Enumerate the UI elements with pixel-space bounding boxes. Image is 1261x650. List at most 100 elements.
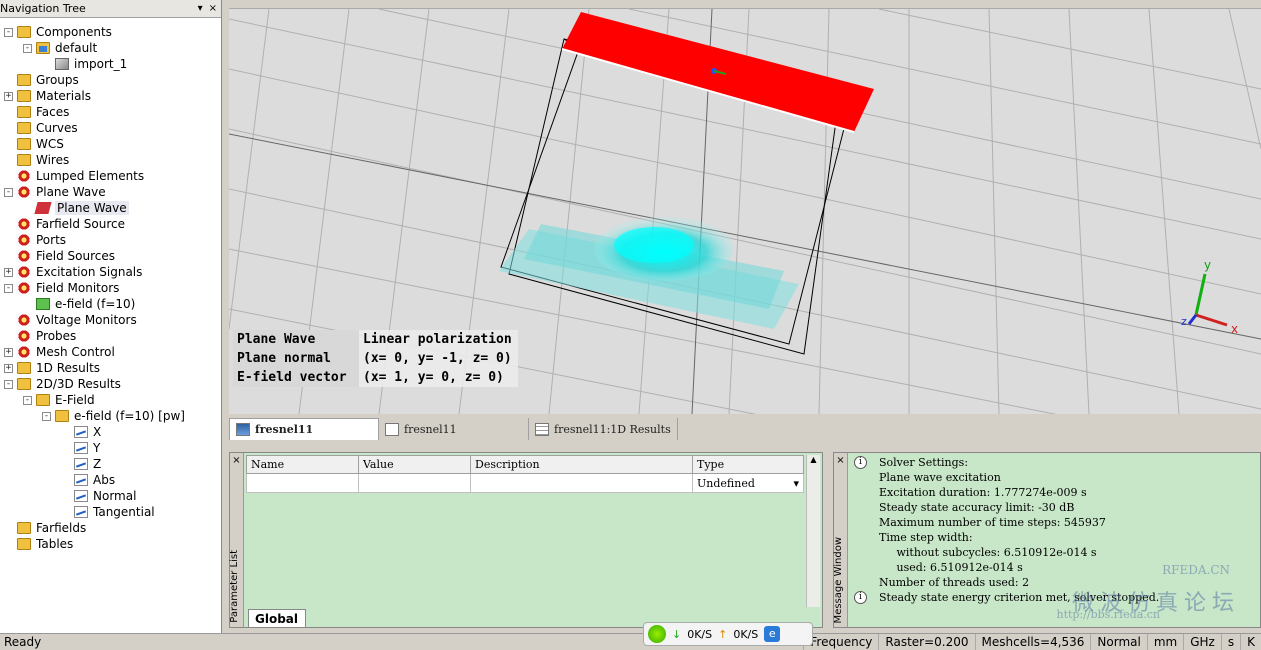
tree-item[interactable]: Probes xyxy=(0,328,221,344)
tree-item[interactable]: + Excitation Signals xyxy=(0,264,221,280)
tab-fresnel11-schematic[interactable]: fresnel11 xyxy=(379,418,529,440)
tree-item-label: Tables xyxy=(36,537,74,551)
upload-speed: 0K/S xyxy=(733,627,759,641)
tab-fresnel11-1d-results[interactable]: fresnel11:1D Results xyxy=(529,418,678,440)
dropdown-icon[interactable]: ▾ xyxy=(198,3,203,14)
chart-icon xyxy=(74,442,88,454)
tree-item[interactable]: +1D Results xyxy=(0,360,221,376)
tree-item[interactable]: Tangential xyxy=(0,504,221,520)
tree-item[interactable]: Plane Wave xyxy=(0,200,221,216)
tab-global[interactable]: Global xyxy=(248,609,306,627)
message-window-label: Message Window xyxy=(833,536,844,623)
tab-label: fresnel11:1D Results xyxy=(554,422,671,436)
column-header-description[interactable]: Description xyxy=(470,455,693,474)
tree-item[interactable]: Ports xyxy=(0,232,221,248)
message-window-panel: × Message Window i Solver Settings: Plane … xyxy=(833,452,1261,628)
wave-icon xyxy=(236,423,250,436)
tree-item[interactable]: - e-field (f=10) [pw] xyxy=(0,408,221,424)
type-value: Undefined xyxy=(697,476,755,490)
tree-item[interactable]: Voltage Monitors xyxy=(0,312,221,328)
collapse-icon[interactable]: - xyxy=(4,283,13,293)
value-cell[interactable] xyxy=(358,473,471,493)
message-line: Steady state accuracy limit: -30 dB xyxy=(879,501,1075,514)
tree-item[interactable]: Farfields xyxy=(0,520,221,536)
navigation-tree: - Components - default import_1 Groups + Materi… xyxy=(0,18,221,552)
tree-item[interactable]: Field Sources xyxy=(0,248,221,264)
tree-item[interactable]: WCS xyxy=(0,136,221,152)
tree-item[interactable]: Lumped Elements xyxy=(0,168,221,184)
tree-item-label: Abs xyxy=(93,473,116,487)
tree-item-label: Field Sources xyxy=(36,249,115,263)
collapse-icon[interactable]: - xyxy=(23,395,32,405)
chevron-down-icon[interactable]: ▾ xyxy=(793,477,799,490)
window-icon xyxy=(385,422,399,436)
collapse-icon[interactable]: - xyxy=(23,43,32,53)
expand-icon[interactable]: + xyxy=(4,267,13,277)
status-bar: Ready Frequency Raster=0.200 Meshcells=4,5… xyxy=(0,633,1261,650)
folder-icon xyxy=(36,394,50,406)
expand-icon[interactable]: + xyxy=(4,363,13,373)
vertical-scrollbar[interactable]: ▲ xyxy=(806,455,820,607)
tree-item-label: Normal xyxy=(93,489,137,503)
tree-item[interactable]: Normal xyxy=(0,488,221,504)
tree-item[interactable]: Z xyxy=(0,456,221,472)
collapse-icon[interactable]: - xyxy=(4,379,13,389)
message-window-sidebar: × Message Window xyxy=(833,453,848,627)
tree-item-label: Curves xyxy=(36,121,78,135)
tree-item[interactable]: - E-Field xyxy=(0,392,221,408)
message-line: Time step width: xyxy=(879,531,973,544)
expand-icon[interactable]: + xyxy=(4,347,13,357)
network-monitor[interactable]: ↓ 0K/S ↑ 0K/S e xyxy=(643,622,813,646)
tree-item[interactable]: - 2D/3D Results xyxy=(0,376,221,392)
column-header-type[interactable]: Type xyxy=(692,455,804,474)
close-icon[interactable]: × xyxy=(834,455,847,466)
message-list: i Solver Settings: Plane wave excitation Ex… xyxy=(850,455,1250,605)
view-topbar xyxy=(229,0,1261,9)
description-cell[interactable] xyxy=(470,473,693,493)
tree-item[interactable]: - default xyxy=(0,40,221,56)
tree-item-label: 2D/3D Results xyxy=(36,377,121,391)
tree-item-label: Probes xyxy=(36,329,77,343)
tree-item[interactable]: Curves xyxy=(0,120,221,136)
expand-icon[interactable]: + xyxy=(4,91,13,101)
gear-icon xyxy=(17,170,31,182)
parameter-table: Name Value Description Type Undefined ▾ xyxy=(246,455,804,493)
collapse-icon[interactable]: - xyxy=(4,27,13,37)
tree-item[interactable]: Groups xyxy=(0,72,221,88)
tree-item[interactable]: Farfield Source xyxy=(0,216,221,232)
collapse-icon[interactable]: - xyxy=(4,187,13,197)
tree-item[interactable]: e-field (f=10) xyxy=(0,296,221,312)
tree-item[interactable]: - Field Monitors xyxy=(0,280,221,296)
folder-icon xyxy=(17,90,31,102)
tree-item[interactable]: Y xyxy=(0,440,221,456)
column-header-value[interactable]: Value xyxy=(358,455,471,474)
tree-item[interactable]: Faces xyxy=(0,104,221,120)
tab-fresnel11-3d[interactable]: fresnel11 xyxy=(229,418,379,440)
collapse-icon[interactable]: - xyxy=(42,411,51,421)
tree-item[interactable]: - Components xyxy=(0,24,221,40)
table-row[interactable]: Undefined ▾ xyxy=(246,473,804,493)
column-header-name[interactable]: Name xyxy=(246,455,359,474)
tree-item[interactable]: X xyxy=(0,424,221,440)
tree-item[interactable]: Abs xyxy=(0,472,221,488)
watermark-url: http://bbs.rfeda.cn xyxy=(1056,608,1161,621)
tree-item-label: Y xyxy=(93,441,101,455)
tree-item[interactable]: + Mesh Control xyxy=(0,344,221,360)
name-cell[interactable] xyxy=(246,473,359,493)
folder-icon xyxy=(17,362,31,374)
3d-viewport[interactable]: y x z Plane Wave Linear polarization Plan… xyxy=(229,9,1261,414)
folder-blue-icon xyxy=(36,42,50,54)
type-select[interactable]: Undefined ▾ xyxy=(692,473,804,493)
browser-icon[interactable]: e xyxy=(764,626,781,642)
tree-item[interactable]: - Plane Wave xyxy=(0,184,221,200)
tree-item[interactable]: Wires xyxy=(0,152,221,168)
close-icon[interactable]: × xyxy=(209,3,217,14)
tree-item-label: 1D Results xyxy=(36,361,101,375)
tree-item[interactable]: + Materials xyxy=(0,88,221,104)
close-icon[interactable]: × xyxy=(230,455,243,466)
chart-icon xyxy=(74,490,88,502)
watermark-site: RFEDA.CN xyxy=(1162,563,1230,577)
tree-item[interactable]: import_1 xyxy=(0,56,221,72)
tree-item[interactable]: Tables xyxy=(0,536,221,552)
folder-icon xyxy=(17,74,31,86)
